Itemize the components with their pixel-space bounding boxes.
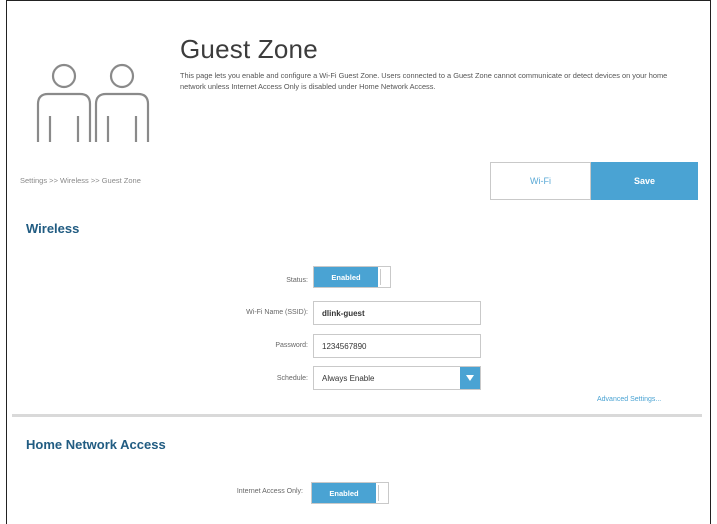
ssid-input[interactable]	[313, 301, 481, 325]
page-description: This page lets you enable and configure …	[180, 71, 668, 91]
password-label: Password:	[275, 342, 308, 349]
internet-only-toggle-value: Enabled	[312, 483, 376, 503]
ssid-label: Wi-Fi Name (SSID):	[246, 309, 308, 316]
schedule-select[interactable]: Always Enable	[313, 366, 481, 390]
save-button[interactable]: Save	[591, 162, 698, 200]
toggle-knob	[380, 269, 388, 285]
internet-only-label: Internet Access Only:	[236, 488, 303, 495]
two-users-icon	[36, 63, 150, 142]
wifi-button[interactable]: Wi-Fi	[490, 162, 591, 200]
section-title-home-network: Home Network Access	[26, 437, 166, 452]
schedule-value: Always Enable	[322, 374, 375, 383]
status-label: Status:	[286, 277, 308, 284]
chevron-down-icon[interactable]	[460, 367, 480, 389]
section-title-wireless: Wireless	[26, 221, 80, 236]
password-input[interactable]	[313, 334, 481, 358]
breadcrumb[interactable]: Settings >> Wireless >> Guest Zone	[20, 176, 141, 185]
status-toggle[interactable]: Enabled	[313, 266, 391, 288]
section-divider	[12, 414, 702, 417]
schedule-label: Schedule:	[276, 375, 308, 382]
status-toggle-value: Enabled	[314, 267, 378, 287]
internet-only-toggle[interactable]: Enabled	[311, 482, 389, 504]
advanced-settings-link[interactable]: Advanced Settings...	[597, 396, 661, 403]
page-title: Guest Zone	[180, 34, 318, 64]
toggle-knob	[378, 485, 386, 501]
